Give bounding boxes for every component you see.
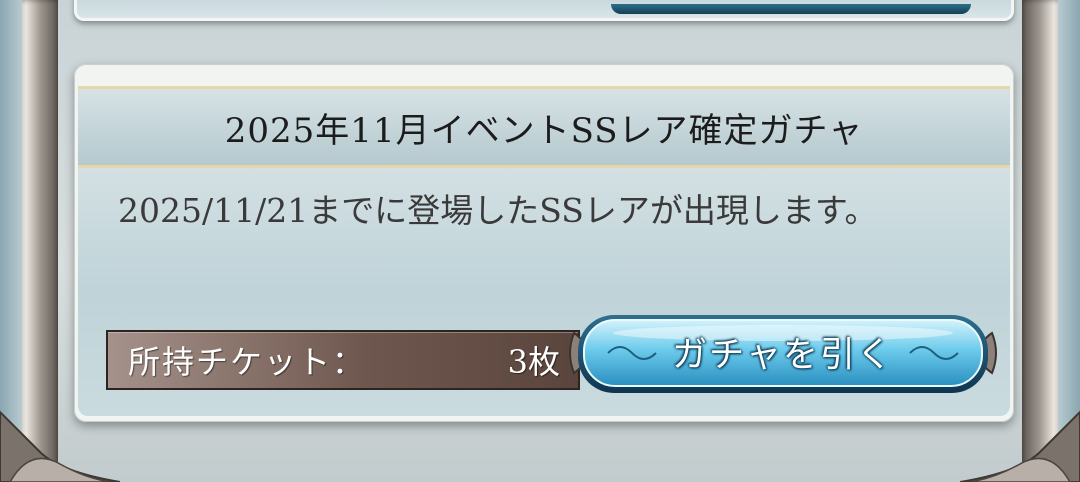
ticket-panel: 所持チケット： 3枚 [106, 330, 580, 390]
card-body: 2025/11/21までに登場したSSレアが出現します。 所持チケット： 3枚 [78, 168, 1010, 416]
gacha-title: 2025年11月イベントSSレア確定ガチャ [224, 110, 864, 151]
ticket-label: 所持チケット： [128, 343, 367, 381]
previous-gacha-card [74, 0, 1014, 21]
gacha-card: 2025年11月イベントSSレア確定ガチャ 2025/11/21までに登場したS… [74, 64, 1014, 422]
draw-button-label: ガチャを引く [672, 335, 894, 376]
gacha-description: 2025/11/21までに登場したSSレアが出現します。 [118, 191, 878, 230]
ticket-count: 3枚 [507, 343, 560, 381]
draw-gacha-button[interactable]: ガチャを引く [568, 303, 998, 403]
card-title-bar: 2025年11月イベントSSレア確定ガチャ [78, 86, 1010, 168]
previous-draw-button-edge[interactable] [611, 4, 971, 14]
